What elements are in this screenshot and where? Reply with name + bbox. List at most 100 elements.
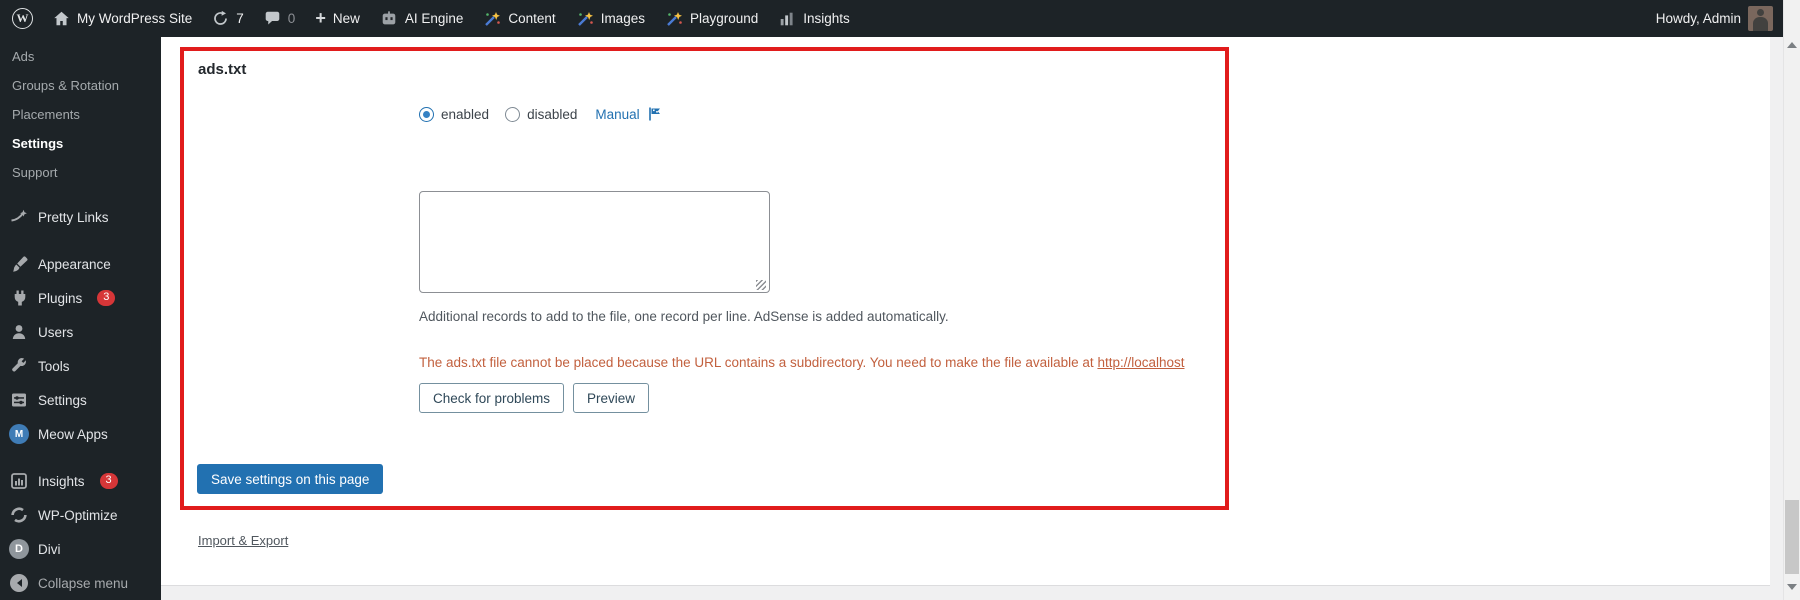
sidebar-item-label: Pretty Links <box>38 210 109 225</box>
sidebar-item-pretty-links[interactable]: Pretty Links <box>0 200 161 234</box>
updates-menu[interactable]: 7 <box>202 0 254 37</box>
sidebar-subitem-groups-rotation[interactable]: Groups & Rotation <box>0 71 161 100</box>
site-name-label: My WordPress Site <box>77 11 192 26</box>
sidebar-subitem-ads[interactable]: Ads <box>0 42 161 71</box>
update-icon <box>212 10 229 27</box>
comment-count: 0 <box>288 11 296 26</box>
sidebar-subitem-placements[interactable]: Placements <box>0 100 161 129</box>
sidebar-item-label: Settings <box>38 393 87 408</box>
content-menu[interactable]: Content <box>473 0 565 37</box>
sliders-icon <box>9 390 29 410</box>
page-scrollbar[interactable] <box>1783 0 1800 600</box>
collapse-menu-label: Collapse menu <box>38 576 128 591</box>
topbar-spacer <box>860 0 1646 37</box>
magic-wand-icon <box>483 10 501 28</box>
sidebar-item-meow-apps[interactable]: M Meow Apps <box>0 417 161 451</box>
sidebar-separator <box>0 187 161 200</box>
playground-menu[interactable]: Playground <box>655 0 768 37</box>
sidebar-item-settings[interactable]: Settings <box>0 383 161 417</box>
sidebar-item-label: Appearance <box>38 257 111 272</box>
import-export-link[interactable]: Import & Export <box>198 533 288 548</box>
insights-icon <box>9 471 29 491</box>
ads-txt-highlighted-section: ads.txt enabled disabled Manual Addition… <box>180 47 1229 510</box>
sidebar-item-label: Meow Apps <box>38 427 108 442</box>
meow-apps-icon: M <box>9 424 29 444</box>
magic-wand-icon <box>576 10 594 28</box>
preview-button[interactable]: Preview <box>573 383 649 413</box>
ads-txt-warning-text: The ads.txt file cannot be placed becaus… <box>419 355 1185 370</box>
bar-chart-icon <box>778 10 796 28</box>
pro-flag-icon <box>647 106 663 122</box>
sidebar-item-users[interactable]: Users <box>0 315 161 349</box>
wordpress-admin-screen: W My WordPress Site 7 0 + New AI Engine … <box>0 0 1800 600</box>
sidebar-item-label: WP-Optimize <box>38 508 118 523</box>
save-settings-button[interactable]: Save settings on this page <box>197 464 383 494</box>
comments-menu[interactable]: 0 <box>254 0 306 37</box>
sidebar-item-divi[interactable]: D Divi <box>0 532 161 566</box>
user-icon <box>9 322 29 342</box>
admin-bar: W My WordPress Site 7 0 + New AI Engine … <box>0 0 1783 37</box>
new-label: New <box>333 11 360 26</box>
images-label: Images <box>601 11 645 26</box>
ai-engine-menu[interactable]: AI Engine <box>370 0 474 37</box>
insights-topbar-menu[interactable]: Insights <box>768 0 860 37</box>
scrollbar-up-button[interactable] <box>1787 37 1797 48</box>
records-help-text: Additional records to add to the file, o… <box>419 309 949 324</box>
sidebar-item-appearance[interactable]: Appearance <box>0 247 161 281</box>
ads-txt-actions: Check for problems Preview <box>419 383 649 413</box>
home-icon <box>53 10 70 27</box>
enabled-radio-label[interactable]: enabled <box>441 107 489 122</box>
content-label: Content <box>508 11 555 26</box>
warning-message: The ads.txt file cannot be placed becaus… <box>419 355 1097 370</box>
sidebar-subitem-settings[interactable]: Settings <box>0 129 161 158</box>
wordpress-logo-menu[interactable]: W <box>0 0 43 37</box>
section-title: ads.txt <box>198 61 246 78</box>
ads-txt-records-textarea[interactable] <box>419 191 770 293</box>
import-export-section: Import & Export <box>198 533 288 548</box>
sidebar-item-tools[interactable]: Tools <box>0 349 161 383</box>
insights-topbar-label: Insights <box>803 11 850 26</box>
ads-txt-mode-radio-group: enabled disabled Manual <box>419 106 663 122</box>
scrollbar-thumb[interactable] <box>1785 500 1799 574</box>
update-count: 7 <box>236 11 244 26</box>
collapse-menu-button[interactable]: Collapse menu <box>0 566 161 600</box>
admin-sidebar: Ads Groups & Rotation Placements Setting… <box>0 37 161 600</box>
magic-wand-icon <box>665 10 683 28</box>
disabled-radio-label[interactable]: disabled <box>527 107 577 122</box>
site-name-menu[interactable]: My WordPress Site <box>43 0 202 37</box>
plugins-count-badge: 3 <box>97 290 115 306</box>
images-menu[interactable]: Images <box>566 0 655 37</box>
new-content-menu[interactable]: + New <box>305 0 370 37</box>
sidebar-item-insights[interactable]: Insights 3 <box>0 464 161 498</box>
sidebar-item-label: Users <box>38 325 73 340</box>
comments-icon <box>264 10 281 27</box>
manual-link[interactable]: Manual <box>595 107 639 122</box>
ai-engine-icon <box>380 10 398 28</box>
check-for-problems-button[interactable]: Check for problems <box>419 383 564 413</box>
sidebar-separator <box>0 234 161 247</box>
insights-count-badge: 3 <box>100 473 118 489</box>
collapse-arrow-icon <box>9 573 29 593</box>
scrollbar-down-button[interactable] <box>1787 584 1797 595</box>
playground-label: Playground <box>690 11 758 26</box>
avatar <box>1748 6 1773 31</box>
howdy-label: Howdy, Admin <box>1656 11 1741 26</box>
sidebar-item-label: Insights <box>38 474 85 489</box>
paintbrush-icon <box>9 254 29 274</box>
plug-icon <box>9 288 29 308</box>
enabled-radio[interactable] <box>419 107 434 122</box>
localhost-link[interactable]: http://localhost <box>1097 355 1184 370</box>
sidebar-item-label: Plugins <box>38 291 82 306</box>
divi-icon: D <box>9 539 29 559</box>
settings-content-panel: ads.txt enabled disabled Manual Addition… <box>161 37 1770 586</box>
wp-optimize-icon <box>9 505 29 525</box>
sidebar-item-wp-optimize[interactable]: WP-Optimize <box>0 498 161 532</box>
shooting-star-icon <box>9 207 29 227</box>
disabled-radio[interactable] <box>505 107 520 122</box>
ai-engine-label: AI Engine <box>405 11 464 26</box>
sidebar-item-label: Tools <box>38 359 70 374</box>
wrench-icon <box>9 356 29 376</box>
account-menu[interactable]: Howdy, Admin <box>1646 0 1783 37</box>
sidebar-subitem-support[interactable]: Support <box>0 158 161 187</box>
sidebar-item-plugins[interactable]: Plugins 3 <box>0 281 161 315</box>
